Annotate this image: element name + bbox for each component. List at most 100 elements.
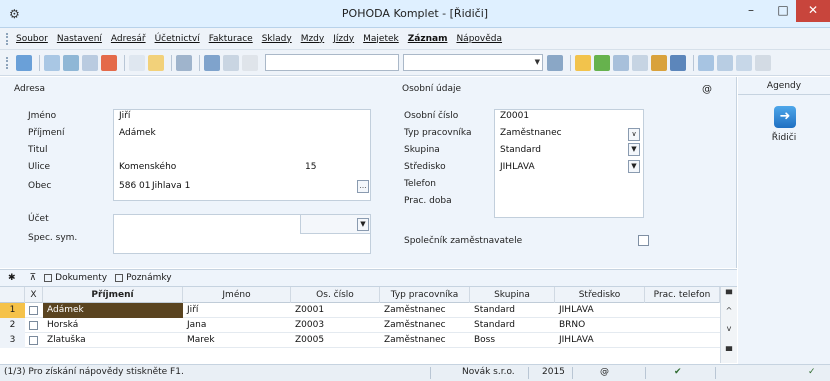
scroll-up-icon[interactable]: ^ bbox=[723, 305, 735, 317]
header-typ-pracovnika[interactable]: Typ pracovníka bbox=[380, 287, 470, 303]
users-icon[interactable] bbox=[651, 54, 667, 71]
question-icon[interactable] bbox=[755, 54, 771, 71]
obec-browse-button[interactable]: … bbox=[357, 180, 369, 193]
menu-fakturace[interactable]: Fakturace bbox=[209, 34, 253, 44]
edit-icon[interactable] bbox=[148, 54, 164, 71]
typ-pracovnika-select[interactable]: Zaměstnanec bbox=[500, 128, 562, 138]
minimize-button[interactable]: – bbox=[736, 0, 766, 22]
table-row[interactable]: 3 Zlatuška Marek Z0005 Zaměstnanec Boss … bbox=[0, 333, 720, 348]
menu-zaznam[interactable]: Záznam bbox=[408, 34, 448, 44]
ucet-dropdown-icon[interactable]: ▼ bbox=[357, 218, 369, 231]
cell-jmeno: Marek bbox=[187, 335, 215, 345]
cell-stredisko: JIHLAVA bbox=[559, 335, 594, 345]
filter-icon[interactable] bbox=[547, 54, 563, 71]
scroll-down-icon[interactable]: v bbox=[723, 323, 735, 335]
maximize-button[interactable]: □ bbox=[768, 0, 798, 22]
document-icon[interactable] bbox=[632, 54, 648, 71]
status-divider bbox=[715, 367, 716, 379]
print-icon[interactable] bbox=[63, 54, 79, 71]
filter-tab-icon[interactable]: ⊼ bbox=[30, 273, 37, 283]
row-checkbox[interactable] bbox=[29, 336, 38, 345]
menu-adresar[interactable]: Adresář bbox=[111, 34, 146, 44]
note-icon bbox=[115, 274, 124, 282]
save-icon[interactable] bbox=[204, 54, 220, 71]
header-prac-telefon[interactable]: Prac. telefon bbox=[645, 287, 720, 303]
status-divider bbox=[430, 367, 431, 379]
spolecnik-checkbox[interactable] bbox=[638, 235, 649, 246]
header-os-cislo[interactable]: Os. číslo bbox=[291, 287, 380, 303]
prijmeni-field[interactable]: Adámek bbox=[119, 128, 156, 138]
menu-nastaveni[interactable]: Nastavení bbox=[57, 34, 102, 44]
menu-soubor[interactable]: Soubor bbox=[16, 34, 48, 44]
records-table: X Příjmení Jméno Os. číslo Typ pracovník… bbox=[0, 287, 737, 363]
stredisko-dropdown-icon[interactable]: ▼ bbox=[628, 160, 640, 173]
status-year: 2015 bbox=[542, 367, 565, 377]
menu-napoveda[interactable]: Nápověda bbox=[456, 34, 502, 44]
menu-jizdy[interactable]: Jízdy bbox=[333, 34, 354, 44]
preview-icon[interactable] bbox=[82, 54, 98, 71]
status-divider bbox=[645, 367, 646, 379]
cell-stredisko: JIHLAVA bbox=[559, 305, 594, 315]
menu-majetek[interactable]: Majetek bbox=[363, 34, 399, 44]
quick-search-input[interactable] bbox=[265, 54, 399, 71]
skupina-dropdown-icon[interactable]: ▼ bbox=[628, 143, 640, 156]
link-icon[interactable]: @ bbox=[702, 84, 712, 95]
navigate-icon[interactable] bbox=[176, 54, 192, 71]
row-checkbox[interactable] bbox=[29, 306, 38, 315]
tools-icon[interactable] bbox=[44, 54, 60, 71]
menu-sklady[interactable]: Sklady bbox=[262, 34, 292, 44]
header-x[interactable]: X bbox=[25, 287, 43, 303]
delete-icon[interactable] bbox=[242, 54, 258, 71]
barcode-icon[interactable] bbox=[670, 54, 686, 71]
folder-icon[interactable] bbox=[575, 54, 591, 71]
window-icon[interactable] bbox=[717, 54, 733, 71]
table-row[interactable]: 1 Adámek Jiří Z0001 Zaměstnanec Standard… bbox=[0, 303, 720, 318]
cell-typ: Zaměstnanec bbox=[384, 320, 446, 330]
save-disabled-icon[interactable] bbox=[223, 54, 239, 71]
jmeno-field[interactable]: Jiří bbox=[119, 111, 130, 121]
adresa-section-title: Adresa bbox=[14, 84, 45, 94]
skupina-field[interactable]: Standard bbox=[500, 145, 541, 155]
cell-jmeno: Jiří bbox=[187, 305, 199, 315]
label-osobni-cislo: Osobní číslo bbox=[404, 111, 459, 121]
menu-mzdy[interactable]: Mzdy bbox=[301, 34, 325, 44]
menu-grip-icon[interactable] bbox=[6, 32, 10, 45]
toolbar-grip-icon[interactable] bbox=[6, 56, 10, 69]
panel-icon[interactable] bbox=[736, 54, 752, 71]
menu-ucetnictvi[interactable]: Účetnictví bbox=[155, 34, 200, 44]
filter-select[interactable]: ▼ bbox=[403, 54, 543, 71]
ridici-agenda-icon[interactable]: ➜ bbox=[774, 106, 796, 128]
stredisko-field[interactable]: JIHLAVA bbox=[500, 162, 535, 172]
chevron-down-icon[interactable]: ∨ bbox=[628, 128, 640, 141]
obec-field[interactable]: Jihlava 1 bbox=[152, 181, 190, 191]
tab-poznamky[interactable]: Poznámky bbox=[115, 273, 172, 283]
agenda-item-ridici[interactable]: Řidiči bbox=[738, 133, 830, 143]
osobni-cislo-field[interactable]: Z0001 bbox=[500, 111, 529, 121]
toolbar: ▼ bbox=[0, 50, 830, 76]
close-button[interactable]: ✕ bbox=[796, 0, 830, 22]
cislo-popisne-field[interactable]: 15 bbox=[305, 162, 316, 172]
row-checkbox[interactable] bbox=[29, 321, 38, 330]
header-jmeno[interactable]: Jméno bbox=[183, 287, 291, 303]
layout-icon[interactable] bbox=[698, 54, 714, 71]
table-scrollbar[interactable]: ▀ ^ v ▄ bbox=[720, 287, 737, 363]
green-action-icon[interactable] bbox=[594, 54, 610, 71]
help-icon[interactable] bbox=[16, 54, 32, 71]
header-skupina[interactable]: Skupina bbox=[470, 287, 555, 303]
tab-dokumenty[interactable]: Dokumenty bbox=[44, 273, 107, 283]
agenda-panel: Agendy ➜ Řidiči bbox=[738, 77, 830, 374]
window-title: POHODA Komplet - [Řidiči] bbox=[341, 7, 489, 20]
new-record-icon[interactable] bbox=[129, 54, 145, 71]
scroll-bottom-icon[interactable]: ▄ bbox=[723, 341, 735, 353]
header-stredisko[interactable]: Středisko bbox=[555, 287, 645, 303]
psc-field[interactable]: 586 01 bbox=[119, 181, 151, 191]
grid-icon[interactable] bbox=[613, 54, 629, 71]
pin-icon[interactable]: ✱ bbox=[8, 273, 16, 283]
cell-os-cislo: Z0005 bbox=[295, 335, 325, 345]
cell-skupina: Boss bbox=[474, 335, 496, 345]
scroll-top-icon[interactable]: ▀ bbox=[723, 289, 735, 301]
table-row[interactable]: 2 Horská Jana Z0003 Zaměstnanec Standard… bbox=[0, 318, 720, 333]
header-prijmeni[interactable]: Příjmení bbox=[43, 287, 183, 303]
report-icon[interactable] bbox=[101, 54, 117, 71]
ulice-field[interactable]: Komenského bbox=[119, 162, 176, 172]
